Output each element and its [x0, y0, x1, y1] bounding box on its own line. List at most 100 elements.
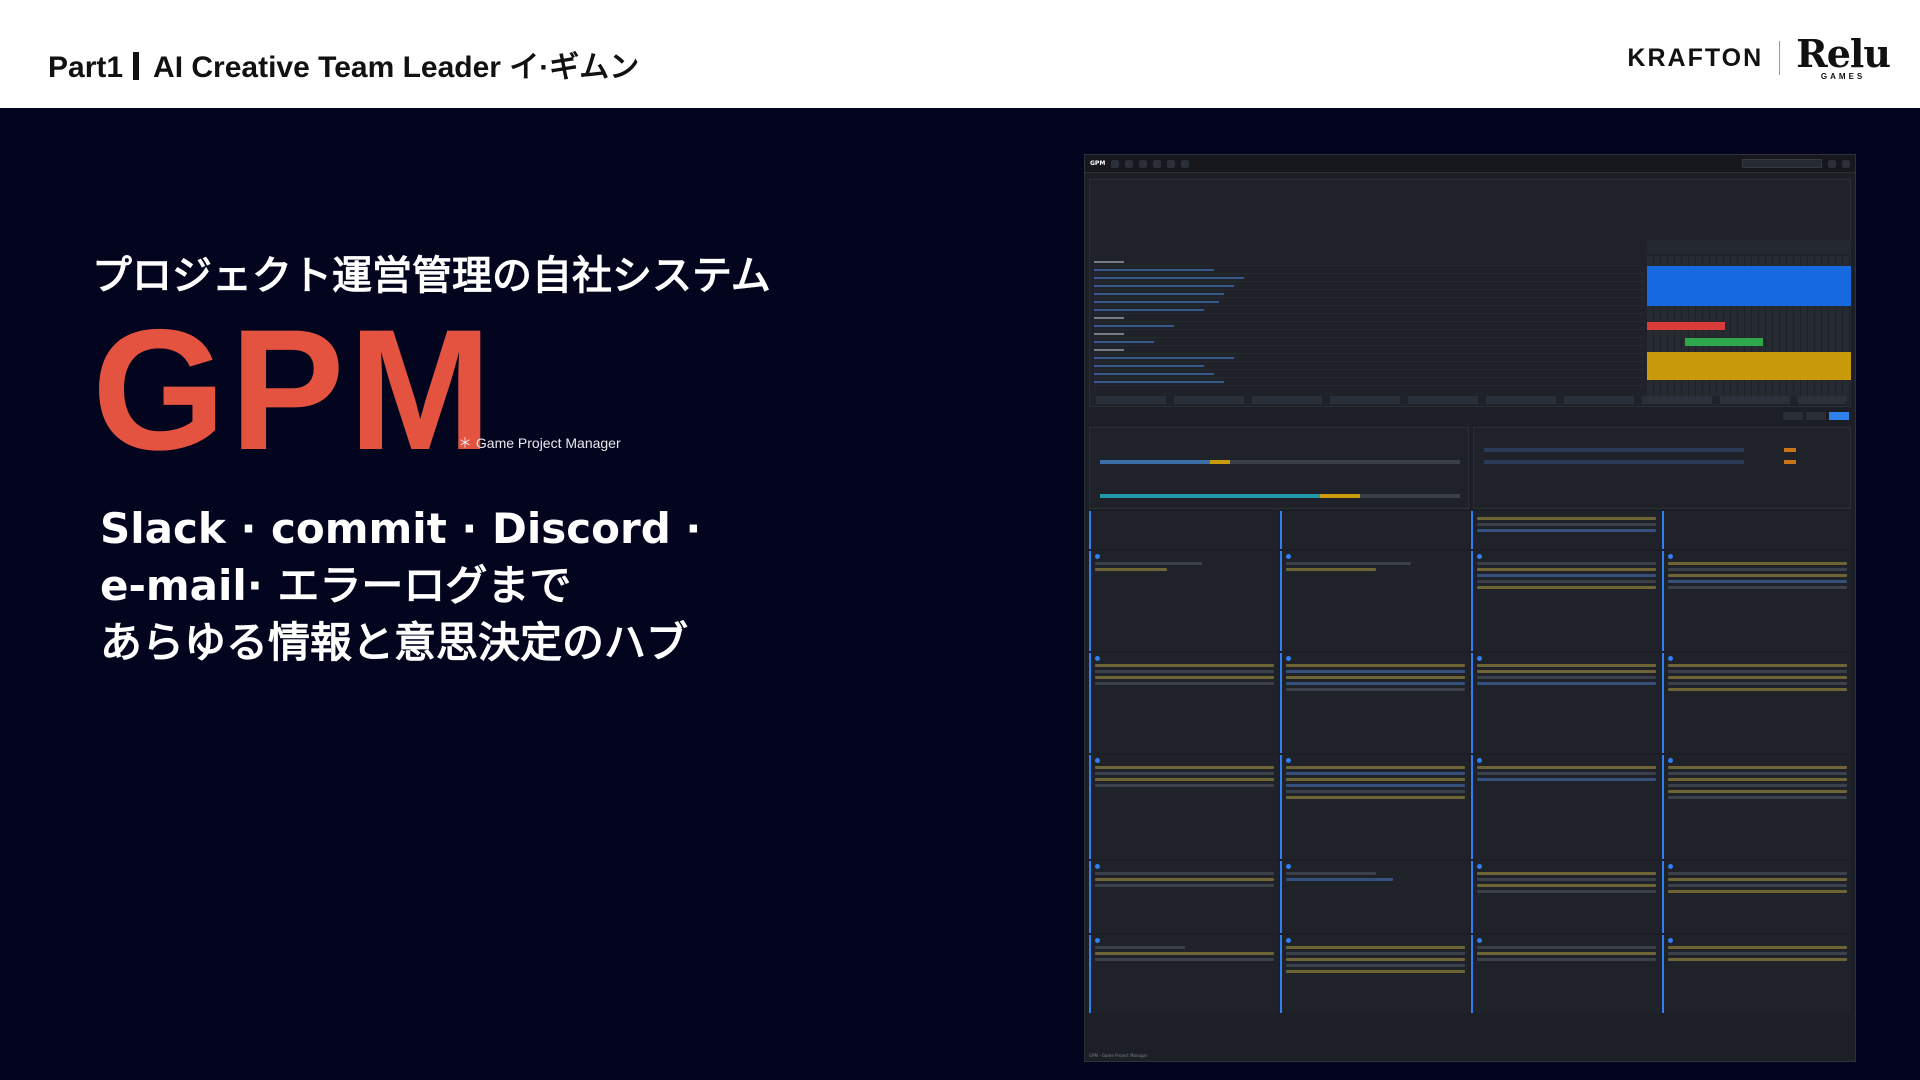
- relu-games-label: GAMES: [1820, 71, 1866, 81]
- feed-card: [1280, 935, 1469, 1013]
- hero-description: Slack · commit · Discord · e-mail· エラーログ…: [100, 500, 701, 671]
- gantt-row: [1094, 266, 1644, 274]
- relu-games-logo: Relu GAMES: [1796, 30, 1891, 81]
- user-avatar-icon: [1477, 554, 1656, 559]
- app-topbar: GPM: [1085, 155, 1855, 173]
- acronym-note: ＊ Game Project Manager: [458, 435, 621, 451]
- user-avatar-icon: [1286, 938, 1465, 943]
- hero-section: プロジェクト運営管理の自社システム GPM ＊ Game Project Man…: [0, 108, 1060, 1080]
- activity-feed-grid: [1089, 511, 1851, 1051]
- krafton-logo: KRAFTON: [1627, 43, 1764, 72]
- feed-card: [1662, 653, 1851, 753]
- feed-card: [1280, 511, 1469, 549]
- gantt-bar-red: [1647, 322, 1725, 330]
- user-avatar-icon: [1095, 864, 1274, 869]
- header-bar: Part1 AI Creative Team Leader イ·ギムン KRAFT…: [0, 0, 1920, 108]
- gantt-row: [1094, 362, 1644, 370]
- dashboard-button: [1806, 412, 1826, 420]
- feed-card: [1089, 551, 1278, 651]
- gantt-row: [1094, 346, 1644, 354]
- feed-card: [1662, 935, 1851, 1013]
- gantt-date-header: [1647, 240, 1851, 254]
- user-avatar-icon: [1095, 938, 1274, 943]
- gantt-row: [1094, 306, 1644, 314]
- gantt-panel: [1089, 179, 1851, 407]
- gantt-legend: [1096, 396, 1846, 404]
- user-avatar-icon: [1286, 758, 1465, 763]
- feed-card: [1089, 755, 1278, 859]
- user-avatar-icon: [1095, 758, 1274, 763]
- gantt-row: [1094, 330, 1644, 338]
- app-logo: GPM: [1090, 160, 1106, 167]
- gantt-row: [1094, 298, 1644, 306]
- nav-icon: [1139, 159, 1148, 168]
- feed-card: [1662, 511, 1851, 549]
- user-avatar-icon: [1477, 864, 1656, 869]
- gantt-bar-gold: [1647, 352, 1851, 380]
- app-footer: GPM - Game Project Manager: [1089, 1053, 1148, 1058]
- slide-heading: Part1 AI Creative Team Leader イ·ギムン: [48, 42, 639, 86]
- feed-card: [1089, 935, 1278, 1013]
- user-avatar-icon: [1286, 656, 1465, 661]
- feed-card: [1280, 653, 1469, 753]
- dashboard-primary-button: [1829, 412, 1849, 420]
- dashboard-button: [1783, 412, 1803, 420]
- feed-card: [1280, 755, 1469, 859]
- feed-card: [1471, 551, 1660, 651]
- user-avatar-icon: [1668, 758, 1847, 763]
- gantt-bar-blue: [1647, 266, 1851, 306]
- feed-card: [1662, 861, 1851, 933]
- feed-card: [1089, 653, 1278, 753]
- search-input: [1742, 159, 1822, 168]
- relu-wordmark: Relu: [1796, 30, 1891, 76]
- user-avatar-icon: [1095, 656, 1274, 661]
- milestone-panel: [1089, 427, 1469, 509]
- nav-icon: [1181, 159, 1190, 168]
- user-avatar-icon: [1477, 656, 1656, 661]
- desc-line: e-mail· エラーログまで: [100, 561, 572, 610]
- user-avatar-icon: [1095, 554, 1274, 559]
- nav-icon: [1125, 159, 1134, 168]
- nav-icon: [1111, 159, 1120, 168]
- user-avatar-icon: [1286, 864, 1465, 869]
- user-avatar-icon: [1286, 554, 1465, 559]
- feed-card: [1280, 551, 1469, 651]
- feed-card: [1089, 511, 1278, 549]
- gpm-app-screenshot: GPM GPM - Game Project Manager: [1084, 154, 1856, 1062]
- gantt-bar-green: [1685, 338, 1763, 346]
- gantt-row: [1094, 282, 1644, 290]
- speaker-title: AI Creative Team Leader イ·ギムン: [153, 51, 640, 84]
- nav-icon: [1167, 159, 1176, 168]
- user-avatar-icon: [1668, 864, 1847, 869]
- feed-card: [1471, 511, 1660, 549]
- desc-line: Slack · commit · Discord ·: [100, 504, 702, 553]
- my-tasks-panel: [1473, 427, 1851, 509]
- dashboard-actions: [1783, 412, 1849, 420]
- desc-line: あらゆる情報と意思決定のハブ: [100, 618, 689, 667]
- gantt-row: [1094, 370, 1644, 378]
- user-avatar-icon: [1477, 758, 1656, 763]
- brand-logos: KRAFTON Relu GAMES: [1627, 28, 1891, 88]
- gantt-row: [1094, 258, 1644, 266]
- gantt-row: [1094, 338, 1644, 346]
- gantt-row: [1094, 378, 1644, 386]
- user-avatar-icon: [1668, 656, 1847, 661]
- feed-card: [1471, 653, 1660, 753]
- bell-icon: [1828, 159, 1836, 168]
- gantt-task-list: [1094, 258, 1644, 386]
- task-tag: [1784, 460, 1796, 464]
- user-avatar-icon: [1668, 554, 1847, 559]
- gantt-row: [1094, 314, 1644, 322]
- task-row: [1484, 448, 1744, 452]
- logo-divider: [1779, 41, 1781, 75]
- user-icon: [1842, 159, 1850, 168]
- part-label: Part1: [48, 51, 124, 84]
- nav-icon: [1153, 159, 1162, 168]
- heading-divider: [133, 52, 140, 80]
- feed-card: [1471, 755, 1660, 859]
- gantt-row: [1094, 322, 1644, 330]
- feed-card: [1280, 861, 1469, 933]
- user-avatar-icon: [1477, 938, 1656, 943]
- user-avatar-icon: [1668, 938, 1847, 943]
- hero-subtitle: プロジェクト運営管理の自社システム: [92, 253, 771, 299]
